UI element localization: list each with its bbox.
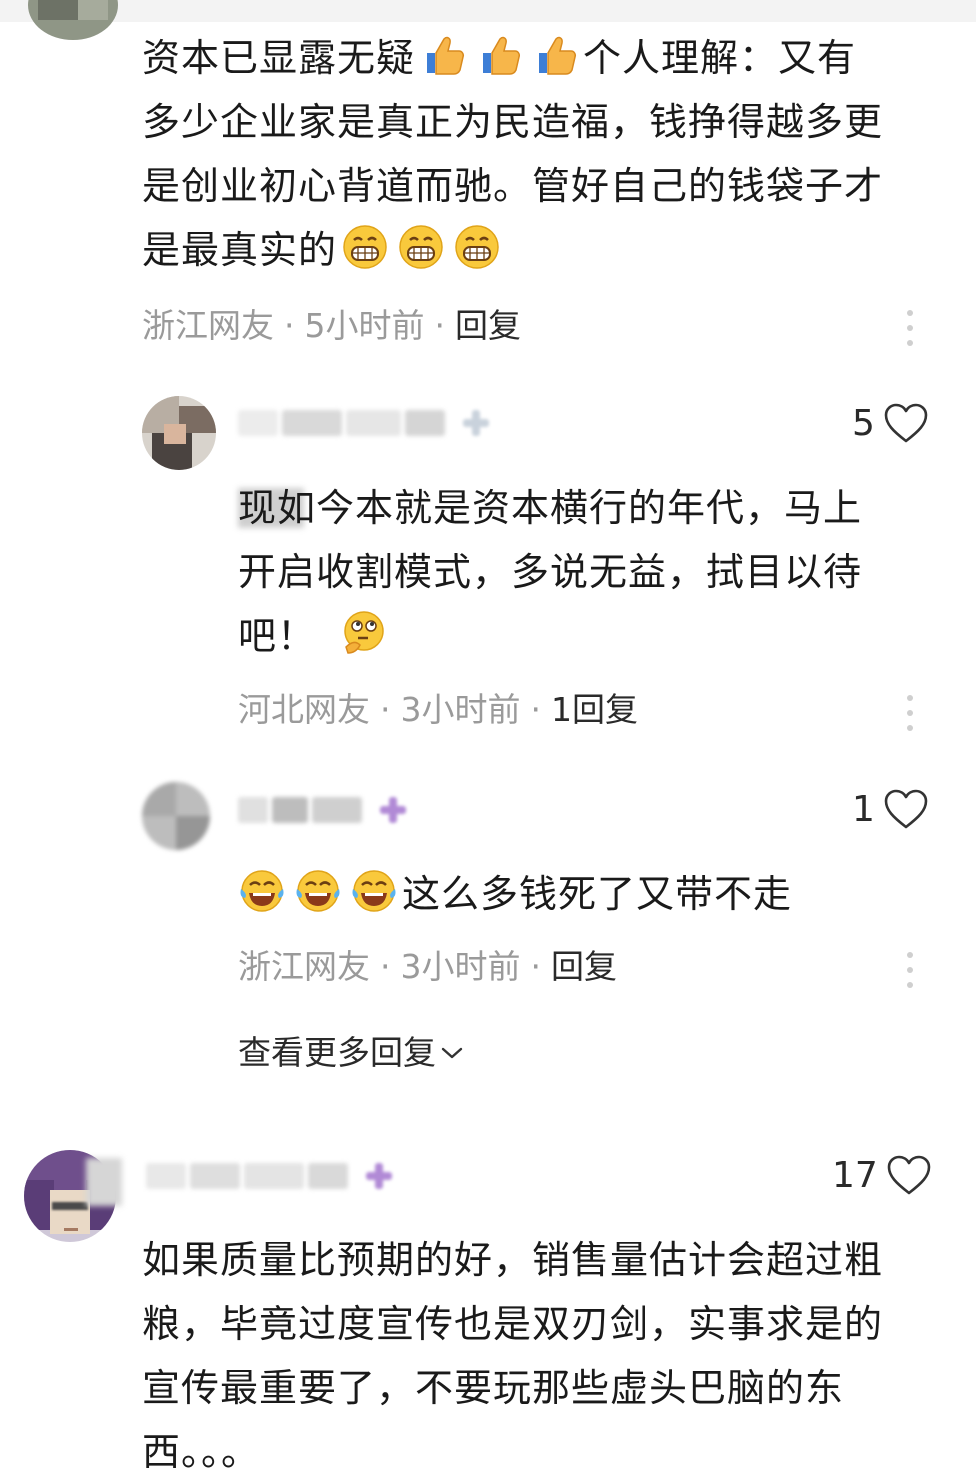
- badge-icon: [461, 408, 491, 438]
- location-label: 河北网友: [238, 690, 370, 729]
- username-blurred[interactable]: [238, 790, 408, 830]
- like-count: 17: [832, 1154, 878, 1196]
- thumbs-up-emoji-icon: [475, 31, 523, 79]
- more-options-icon[interactable]: [907, 695, 913, 731]
- view-more-label: 查看更多回复: [238, 1033, 436, 1072]
- location-label: 浙江网友: [142, 306, 274, 345]
- heart-icon: [887, 1155, 931, 1195]
- top-divider: [0, 0, 976, 22]
- grin-emoji-icon: [453, 223, 501, 271]
- laughing-tears-emoji-icon: [294, 867, 342, 915]
- reply-button[interactable]: 回复: [455, 306, 521, 345]
- like-count: 5: [852, 402, 875, 444]
- like-button[interactable]: 1: [852, 784, 929, 834]
- comment-text: 现如今本就是资本横行的年代，马上开启收割模式，多说无益，拭目以待吧！: [238, 486, 863, 658]
- comment-text: 资本已显露无疑 个人理解：又有多少企业家是真正为民造福，钱挣得越多更是创业初心背道…: [142, 26, 892, 282]
- thumbs-up-emoji-icon: [531, 31, 579, 79]
- more-options-icon[interactable]: [907, 310, 913, 346]
- avatar[interactable]: [142, 782, 210, 850]
- separator: ·: [434, 306, 446, 345]
- time-label: 3小时前: [400, 690, 521, 729]
- comment-meta: 浙江网友 · 3小时前 · 回复: [238, 947, 617, 987]
- reply-button[interactable]: 回复: [551, 947, 617, 986]
- comment-meta: 河北网友 · 3小时前 · 1回复: [238, 690, 638, 730]
- view-more-replies-button[interactable]: 查看更多回复: [238, 1033, 464, 1073]
- time-label: 5小时前: [304, 306, 425, 345]
- chevron-down-icon: [441, 1047, 463, 1059]
- username-blurred[interactable]: [238, 403, 491, 443]
- more-options-icon[interactable]: [907, 952, 913, 988]
- heart-icon: [884, 789, 928, 829]
- heart-icon: [884, 403, 928, 443]
- reply-button[interactable]: 1回复: [551, 690, 638, 729]
- comment-meta: 浙江网友 · 5小时前 · 回复: [142, 306, 521, 346]
- comment-text: 如果质量比预期的好，销售量估计会超过粗粮，毕竟过度宣传也是双刃剑，实事求是的宣传…: [142, 1238, 884, 1474]
- like-count: 1: [852, 788, 875, 830]
- avatar[interactable]: [28, 0, 118, 40]
- comment-text: 这么多钱死了又带不走: [238, 862, 888, 926]
- badge-icon: [378, 795, 408, 825]
- separator: ·: [284, 306, 295, 345]
- separator: ·: [530, 690, 542, 729]
- thinking-face-emoji-icon: [340, 609, 388, 657]
- thumbs-up-emoji-icon: [419, 31, 467, 79]
- grin-emoji-icon: [341, 223, 389, 271]
- location-label: 浙江网友: [238, 947, 370, 986]
- like-button[interactable]: 5: [852, 398, 929, 448]
- badge-icon: [364, 1161, 394, 1191]
- separator: ·: [530, 947, 542, 986]
- username-blurred[interactable]: [146, 1156, 394, 1196]
- avatar-blur-patch: [86, 1158, 122, 1206]
- laughing-tears-emoji-icon: [238, 867, 286, 915]
- time-label: 3小时前: [400, 947, 521, 986]
- separator: ·: [380, 947, 391, 986]
- separator: ·: [380, 690, 391, 729]
- avatar[interactable]: [142, 396, 216, 470]
- laughing-tears-emoji-icon: [350, 867, 398, 915]
- grin-emoji-icon: [397, 223, 445, 271]
- like-button[interactable]: 17: [832, 1150, 932, 1200]
